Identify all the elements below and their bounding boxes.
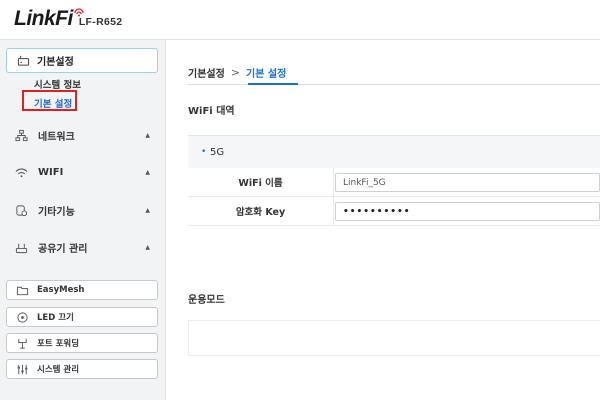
led-off-button[interactable]: LED 끄기 (6, 307, 158, 327)
easymesh-button[interactable]: EasyMesh (6, 280, 158, 300)
wifi-name-label: WiFi 이름 (188, 168, 334, 196)
logo[interactable]: LinkFi LF-R652 (14, 7, 122, 31)
main-content: 기본설정 > 기본 설정 WiFi 대역 • 5G WiFi 이름 암호화 Ke… (167, 40, 600, 400)
sidebar-item-router-manage[interactable]: 공유기 관리 ▲ (14, 239, 156, 255)
caret-up-icon: ▲ (145, 131, 150, 139)
gear-icon (14, 203, 28, 217)
band-label: 5G (210, 147, 225, 158)
sidebar-item-wifi[interactable]: WIFI ▲ (14, 164, 156, 180)
button-label: 포트 포워딩 (37, 339, 80, 349)
sidebar-item-label: 기타기능 (38, 206, 75, 218)
wifi-icon (14, 165, 28, 179)
sidebar-item-label: WIFI (38, 166, 64, 178)
breadcrumb: 기본설정 > 기본 설정 (188, 65, 286, 80)
system-icon (15, 362, 29, 376)
submenu-system-info[interactable]: 시스템 정보 (34, 77, 81, 91)
button-label: EasyMesh (37, 285, 85, 295)
wifi-name-input[interactable] (335, 173, 600, 192)
sidebar-item-label: 기본설정 (37, 57, 74, 68)
sidebar-item-label: 네트워크 (38, 131, 75, 143)
operation-mode-title: 운용모드 (188, 295, 225, 306)
router-manage-icon (14, 240, 28, 254)
caret-up-icon: ▲ (145, 243, 150, 251)
highlight-box (22, 90, 77, 111)
sidebar-item-basic-settings[interactable]: 기본설정 (6, 48, 158, 73)
sidebar-item-label: 공유기 관리 (38, 243, 88, 255)
router-icon (16, 54, 30, 68)
header: LinkFi LF-R652 (0, 0, 600, 40)
logo-wifi-icon (74, 8, 84, 17)
system-manage-button[interactable]: 시스템 관리 (6, 359, 158, 379)
caret-up-icon: ▲ (145, 206, 150, 214)
wifi-name-row: WiFi 이름 (188, 168, 600, 197)
logo-text: LinkFi (14, 7, 73, 30)
operation-mode-panel (188, 320, 600, 356)
caret-up-icon: ▲ (145, 168, 150, 176)
breadcrumb-root[interactable]: 기본설정 (188, 65, 225, 80)
sidebar-item-network[interactable]: 네트워크 ▲ (14, 127, 156, 143)
port-icon (15, 336, 29, 350)
button-label: 시스템 관리 (37, 365, 80, 375)
port-forwarding-button[interactable]: 포트 포워딩 (6, 333, 158, 353)
wifi-band-title: WiFi 대역 (188, 106, 235, 117)
network-icon (14, 128, 28, 142)
breadcrumb-active-underline (248, 83, 298, 85)
sidebar: 기본설정 시스템 정보 기본 설정 네트워크 ▲ WIFI ▲ 기타기능 ▲ 공… (0, 40, 166, 400)
encryption-key-label: 암호화 Key (188, 197, 334, 225)
folder-icon (15, 283, 29, 297)
button-label: LED 끄기 (37, 313, 74, 323)
model-name: LF-R652 (78, 16, 123, 28)
breadcrumb-separator: > (230, 66, 241, 79)
band-bullet: • (201, 147, 207, 157)
led-icon (15, 310, 29, 324)
band-header-5g: • 5G (188, 135, 600, 168)
encryption-key-row: 암호화 Key (188, 197, 600, 226)
encryption-key-input[interactable] (335, 202, 600, 221)
breadcrumb-current[interactable]: 기본 설정 (246, 65, 286, 80)
sidebar-item-extra[interactable]: 기타기능 ▲ (14, 202, 156, 218)
